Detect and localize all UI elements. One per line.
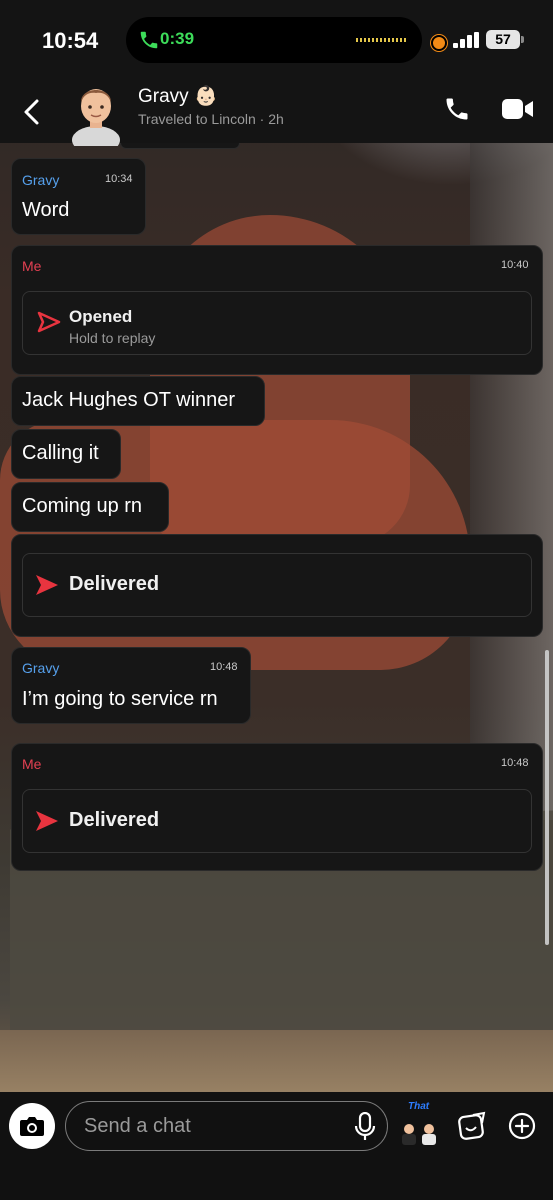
opened-snap-arrow-icon	[37, 311, 61, 333]
camera-button[interactable]	[9, 1103, 55, 1149]
video-call-icon[interactable]	[502, 98, 534, 120]
message-text: Word	[22, 199, 70, 221]
compose-bar: That	[0, 1092, 553, 1200]
battery-icon: 57	[486, 30, 524, 49]
message-bubble[interactable]: Coming up rn	[11, 482, 169, 532]
message-bubble[interactable]: Gravy 10:48 I’m going to service rn	[11, 647, 251, 724]
snap-card-delivered[interactable]: Delivered	[22, 553, 532, 617]
snap-status: Opened	[69, 307, 133, 326]
status-bar: 10:54 0:39 57	[0, 0, 553, 80]
delivered-snap-arrow-icon	[36, 811, 58, 831]
sender-name: Gravy	[22, 660, 60, 676]
previous-message-edge	[120, 143, 240, 149]
bitmoji-button-icon[interactable]	[396, 1103, 442, 1147]
message-time: 10:48	[210, 661, 238, 673]
delivered-snap-arrow-icon	[36, 575, 58, 595]
friend-name[interactable]: Gravy 👶🏻	[138, 84, 218, 108]
baby-emoji-icon: 👶🏻	[193, 86, 218, 107]
camera-icon	[20, 1117, 44, 1136]
chat-input[interactable]	[65, 1101, 388, 1151]
sender-name: Me	[22, 258, 42, 274]
message-time: 10:34	[105, 173, 133, 185]
microphone-indicator-icon	[431, 35, 447, 51]
snap-replay-hint: Hold to replay	[69, 330, 156, 346]
message-time: 10:40	[501, 259, 529, 271]
sticker-icon[interactable]	[457, 1111, 487, 1141]
message-time: 10:48	[501, 757, 529, 769]
message-text: Calling it	[22, 442, 99, 464]
call-timer: 0:39	[160, 29, 195, 48]
dynamic-island-call[interactable]: 0:39	[126, 17, 422, 63]
snap-message[interactable]: Me 10:48 Delivered	[11, 743, 543, 871]
snap-card-opened[interactable]: Opened Hold to replay	[22, 291, 532, 355]
audio-waveform-icon	[356, 38, 406, 42]
avatar[interactable]	[66, 80, 126, 146]
sender-name: Me	[22, 756, 42, 772]
snap-card-delivered[interactable]: Delivered	[22, 789, 532, 853]
plus-icon[interactable]	[508, 1112, 536, 1140]
message-bubble[interactable]: Gravy 10:34 Word	[11, 158, 146, 235]
back-chevron-icon[interactable]	[20, 98, 44, 126]
message-list[interactable]: Gravy 10:34 Word Me 10:40 Opened Hold to…	[0, 143, 553, 1103]
snap-message[interactable]: Me 10:40 Opened Hold to replay	[11, 245, 543, 375]
snap-status: Delivered	[69, 573, 160, 595]
chat-header: Gravy 👶🏻 Traveled to Lincoln · 2h	[0, 80, 553, 146]
message-text: Jack Hughes OT winner	[22, 389, 236, 411]
microphone-icon[interactable]	[354, 1112, 376, 1142]
sender-name: Gravy	[22, 172, 60, 188]
voice-call-icon[interactable]	[443, 95, 471, 123]
message-text: Coming up rn	[22, 495, 143, 517]
message-text: I’m going to service rn	[22, 688, 218, 710]
snap-status: Delivered	[69, 809, 160, 831]
snap-message[interactable]: Delivered	[11, 534, 543, 637]
cellular-signal-icon	[453, 32, 479, 48]
clock: 10:54	[42, 28, 99, 53]
phone-call-icon	[140, 31, 158, 49]
message-bubble[interactable]: Calling it	[11, 429, 121, 479]
message-bubble[interactable]: Jack Hughes OT winner	[11, 376, 265, 426]
friend-location-status[interactable]: Traveled to Lincoln · 2h	[138, 111, 284, 127]
scrollbar[interactable]	[545, 650, 549, 945]
